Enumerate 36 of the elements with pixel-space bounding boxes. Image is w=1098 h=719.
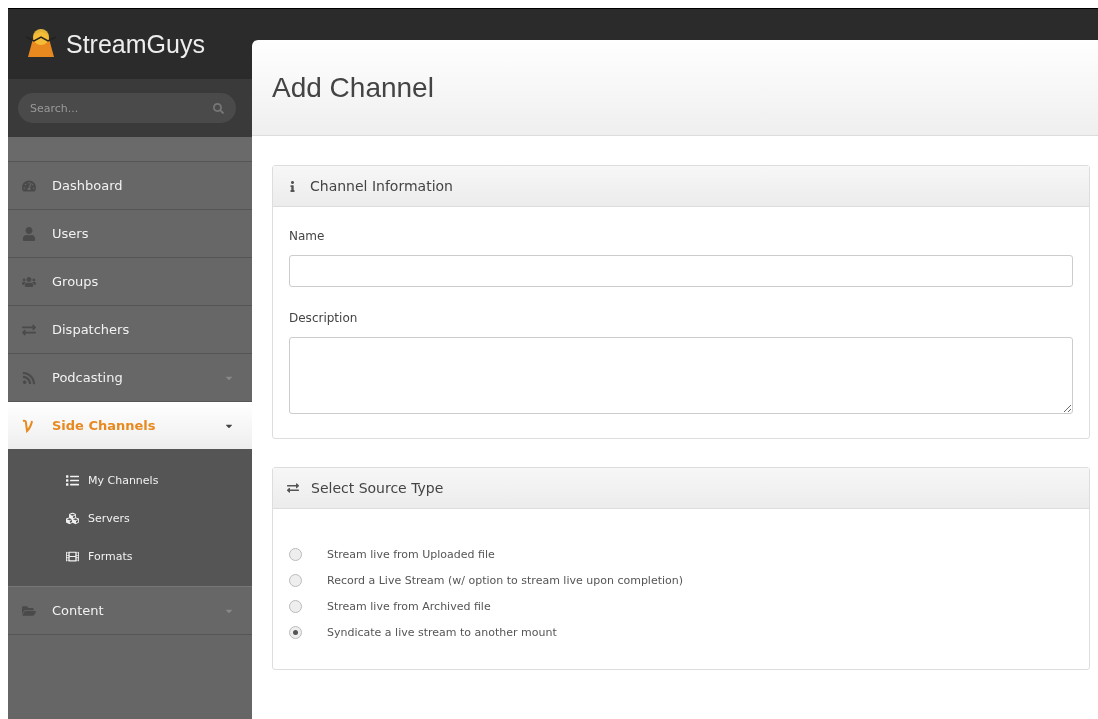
submenu-icon — [66, 511, 79, 525]
name-field[interactable] — [289, 255, 1073, 287]
radio-button[interactable] — [289, 547, 302, 561]
submenu-label: My Channels — [88, 473, 159, 487]
radio-button[interactable] — [289, 573, 302, 587]
submenu-item[interactable]: Formats — [8, 544, 252, 568]
radio-label: Syndicate a live stream to another mount — [327, 625, 557, 639]
submenu-icon — [66, 549, 79, 563]
card-title: Select Source Type — [311, 480, 444, 496]
description-field[interactable] — [289, 337, 1073, 414]
info-icon — [287, 180, 298, 192]
side-channels-icon — [22, 418, 34, 433]
card-title: Channel Information — [310, 178, 453, 194]
nav-icon — [22, 370, 36, 385]
nav-icon — [22, 178, 36, 193]
submenu-item[interactable]: My Channels — [8, 468, 252, 492]
submenu-label: Servers — [88, 511, 130, 525]
submenu-label: Formats — [88, 549, 133, 563]
field-label: Name — [289, 229, 326, 243]
search-field[interactable]: Search... — [18, 93, 236, 123]
page-title: Add Channel — [272, 71, 434, 104]
submenu-icon — [66, 473, 79, 487]
arrows-icon — [287, 482, 299, 494]
search-icon — [213, 102, 224, 114]
nav-icon — [22, 322, 36, 337]
radio-button[interactable] — [289, 625, 302, 639]
nav-icon — [22, 274, 36, 289]
radio-label: Stream live from Uploaded file — [327, 547, 495, 561]
field-label: Description — [289, 311, 359, 325]
radio-button[interactable] — [289, 599, 302, 613]
radio-label: Stream live from Archived file — [327, 599, 491, 613]
brand-name: StreamGuys — [66, 29, 205, 59]
submenu-item[interactable]: Servers — [8, 506, 252, 530]
nav-icon — [22, 603, 36, 618]
radio-label: Record a Live Stream (w/ option to stream live upon completion) — [327, 573, 684, 587]
nav-icon — [22, 226, 36, 241]
